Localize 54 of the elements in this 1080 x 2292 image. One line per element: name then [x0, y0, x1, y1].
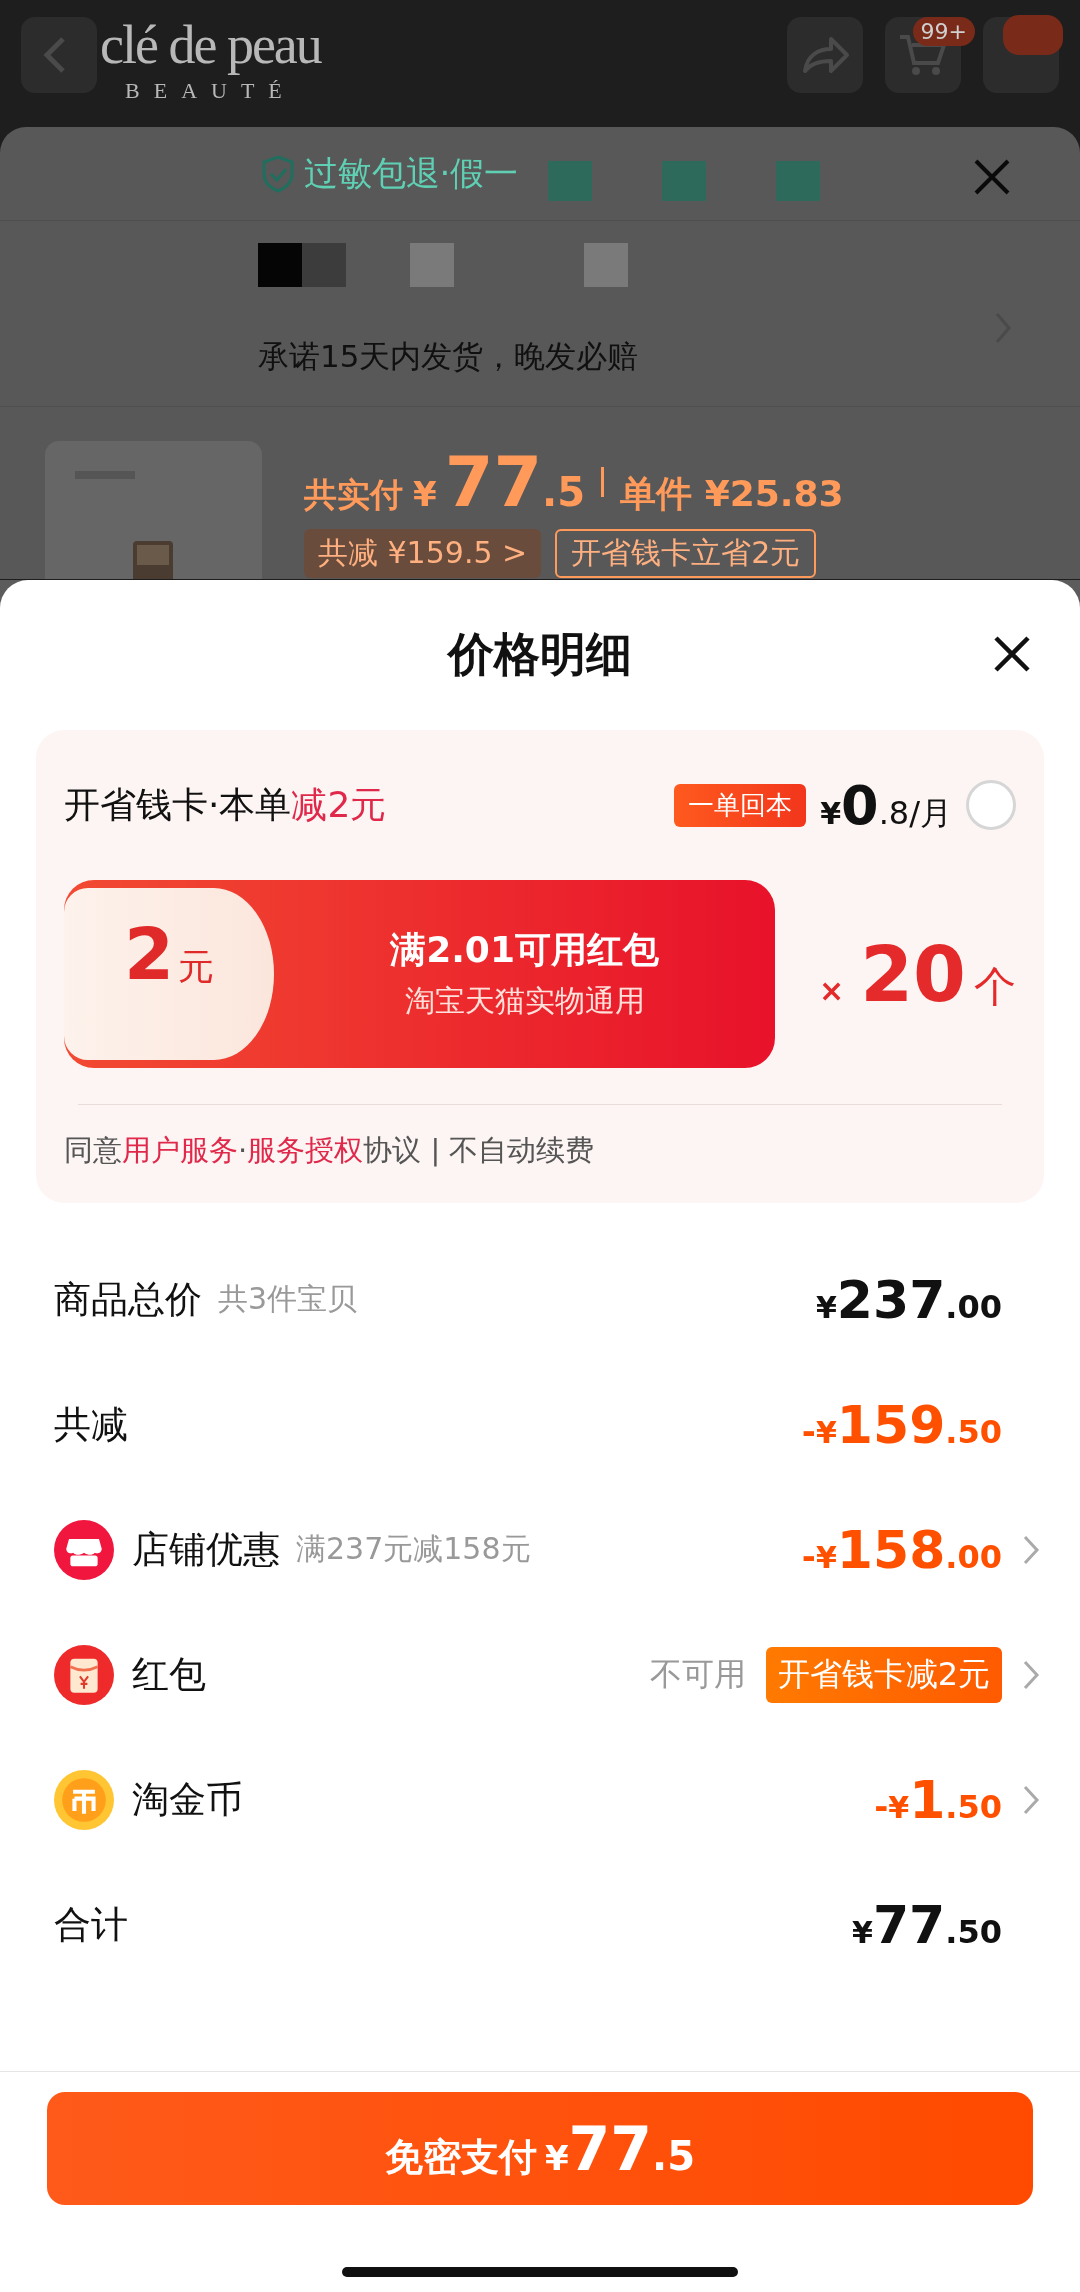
offer-tag[interactable]: 开省钱卡减2元: [765, 1646, 1002, 1703]
guarantee-text: 过敏包退·假一: [303, 151, 519, 195]
discount-tag[interactable]: 共减 ¥159.5 >: [304, 529, 542, 578]
cart-count-badge: 99+: [912, 17, 975, 46]
card-offer-tag[interactable]: 开省钱卡立省2元: [555, 529, 817, 578]
amount-value: -¥159.50: [801, 1394, 1002, 1455]
coupon-quantity: × 20 个: [819, 929, 1016, 1019]
mosaic-block: [776, 160, 821, 201]
row-label: 红包: [132, 1651, 206, 1698]
mosaic-block: [302, 243, 346, 287]
amount-value: -¥158.00: [801, 1519, 1002, 1580]
row-label: 淘金币: [132, 1776, 243, 1823]
mosaic-block: [584, 243, 628, 287]
sheet-title: 价格明细: [448, 626, 632, 683]
amount-value: ¥237.00: [815, 1269, 1002, 1330]
agreement-link[interactable]: 用户服务: [122, 1133, 238, 1167]
share-button[interactable]: [787, 17, 863, 93]
chevron-right-icon[interactable]: [1022, 1658, 1040, 1691]
mosaic-block: [548, 160, 593, 201]
savings-card-title: 开省钱卡·本单减2元: [64, 782, 387, 827]
pay-button[interactable]: 免密支付 ¥77.5: [47, 2092, 1033, 2205]
brand-logo-subtitle: BEAUTÉ: [125, 78, 296, 104]
total-paid-price: ¥77.5: [412, 441, 586, 523]
radio-button[interactable]: [966, 780, 1016, 830]
total-paid-label: 共实付: [304, 474, 403, 516]
row-note: 共3件宝贝: [218, 1280, 358, 1318]
status-text: 不可用: [649, 1653, 746, 1695]
chevron-right-icon[interactable]: [1022, 1533, 1040, 1566]
coupon-condition: 满2.01可用红包: [390, 928, 659, 972]
coin-icon: [54, 1769, 114, 1830]
coupon-amount: 2 元: [123, 918, 215, 992]
envelope-icon: [54, 1644, 114, 1705]
shipping-promise-text: 承诺15天内发货，晚发必赔: [258, 336, 639, 376]
mosaic-block: [410, 243, 454, 287]
monthly-price: ¥0.8/月: [820, 773, 952, 837]
promo-badge: 一单回本: [674, 783, 807, 827]
mosaic-block: [662, 160, 707, 201]
agreement-text: 同意用户服务·服务授权协议 | 不自动续费: [64, 1132, 596, 1169]
close-icon[interactable]: [994, 636, 1030, 672]
store-icon: [54, 1519, 114, 1580]
row-label: 商品总价: [54, 1276, 202, 1323]
row-label: 店铺优惠: [132, 1526, 280, 1573]
back-button[interactable]: [21, 17, 97, 93]
mosaic-block: [258, 243, 302, 287]
agreement-link[interactable]: 服务授权: [247, 1133, 364, 1167]
row-note: 满237元减158元: [296, 1530, 531, 1568]
chevron-right-icon[interactable]: [1022, 1783, 1040, 1816]
row-label: 合计: [54, 1901, 128, 1948]
home-indicator[interactable]: [342, 2267, 738, 2277]
coupon-scope: 淘宝天猫实物通用: [404, 982, 645, 1020]
amount-value: -¥1.50: [874, 1769, 1002, 1830]
amount-value: ¥77.50: [852, 1894, 1002, 1955]
row-label: 共减: [54, 1401, 128, 1448]
unit-price: 单件 ¥25.83: [620, 472, 844, 516]
